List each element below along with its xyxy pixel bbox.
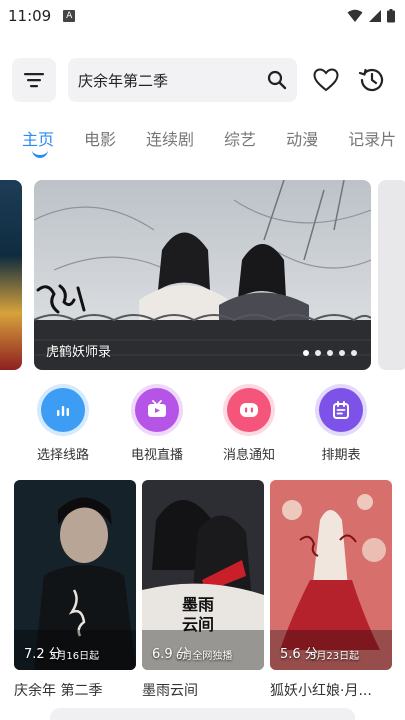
favorites-button[interactable]: [310, 64, 342, 96]
card-title: 狐妖小红娘·月...: [270, 683, 372, 699]
tv-live-button[interactable]: 电视直播: [112, 388, 202, 463]
banner-dot[interactable]: [351, 350, 357, 356]
category-tabs: 主页 电影 连续剧 综艺 动漫 记录片: [0, 126, 405, 166]
tab-anime[interactable]: 动漫: [286, 126, 318, 166]
notification-a-icon: A: [63, 10, 76, 22]
tab-documentary[interactable]: 记录片: [348, 126, 396, 166]
history-button[interactable]: [356, 64, 388, 96]
search-icon[interactable]: [267, 70, 287, 90]
wifi-icon: [347, 9, 363, 22]
banner-dot[interactable]: [315, 350, 321, 356]
poster-image: 7.2 分 5月16日起: [14, 480, 136, 670]
tab-label: 综艺: [224, 130, 257, 149]
status-icons: [347, 9, 395, 23]
battery-icon: [387, 9, 395, 23]
poster-image: 墨雨 云间 6.9 分 6月全网独播: [142, 480, 264, 670]
content-list: 7.2 分 5月16日起 庆余年 第二季 墨雨 云间 6.9 分 6月全网独播 …: [0, 480, 405, 720]
tab-indicator: [32, 150, 48, 158]
header: 庆余年第二季: [0, 56, 405, 104]
signal-icon: [369, 10, 381, 22]
tab-label: 记录片: [348, 130, 397, 149]
release-date: 5月23日起: [310, 651, 360, 662]
banner-dot[interactable]: [303, 350, 309, 356]
content-card[interactable]: 5.6 分 5月23日起 狐妖小红娘·月...: [270, 480, 392, 700]
action-label: 选择线路: [36, 448, 89, 463]
banner-dot[interactable]: [339, 350, 345, 356]
search-text: 庆余年第二季: [78, 71, 169, 90]
status-time: 11:09: [8, 7, 52, 25]
banner-slide[interactable]: 虎鹤妖师录: [34, 180, 371, 370]
release-date: 5月16日起: [50, 651, 100, 662]
tab-home[interactable]: 主页: [22, 126, 54, 166]
banner-next-slide[interactable]: [378, 180, 405, 370]
tab-movies[interactable]: 电影: [84, 126, 116, 166]
quick-actions: 选择线路 电视直播 消息通知 排期表: [0, 388, 405, 468]
notifications-button[interactable]: 消息通知: [204, 388, 294, 463]
svg-text:墨雨: 墨雨: [182, 595, 214, 614]
search-input[interactable]: 庆余年第二季: [68, 58, 297, 102]
schedule-button[interactable]: 排期表: [296, 388, 386, 463]
banner-title: 虎鹤妖师录: [46, 345, 112, 360]
svg-text:云间: 云间: [182, 615, 214, 634]
tab-label: 电影: [84, 130, 117, 149]
filter-button[interactable]: [12, 58, 56, 102]
message-icon: [227, 388, 271, 432]
card-title: 墨雨云间: [142, 683, 198, 699]
bottom-bar: [50, 708, 355, 720]
tab-label: 连续剧: [146, 130, 195, 149]
content-card[interactable]: 7.2 分 5月16日起 庆余年 第二季: [14, 480, 136, 700]
card-title: 庆余年 第二季: [14, 683, 103, 699]
poster-image: 5.6 分 5月23日起: [270, 480, 392, 670]
heart-icon: [313, 68, 339, 92]
release-date: 6月全网独播: [176, 651, 233, 662]
tab-series[interactable]: 连续剧: [146, 126, 194, 166]
banner-pagination: [303, 350, 357, 356]
tab-variety[interactable]: 综艺: [224, 126, 256, 166]
banner-previous-slide[interactable]: [0, 180, 22, 370]
tv-icon: [135, 388, 179, 432]
banner-dot[interactable]: [327, 350, 333, 356]
action-label: 排期表: [321, 448, 361, 463]
tab-label: 主页: [22, 130, 55, 149]
select-route-button[interactable]: 选择线路: [18, 388, 108, 463]
route-icon: [41, 388, 85, 432]
status-bar: 11:09 A: [0, 0, 405, 32]
action-label: 电视直播: [130, 448, 183, 463]
filter-icon: [24, 73, 44, 88]
content-card[interactable]: 墨雨 云间 6.9 分 6月全网独播 墨雨云间: [142, 480, 264, 700]
tab-label: 动漫: [286, 130, 319, 149]
schedule-icon: [319, 388, 363, 432]
action-label: 消息通知: [222, 448, 275, 463]
history-icon: [359, 68, 384, 92]
